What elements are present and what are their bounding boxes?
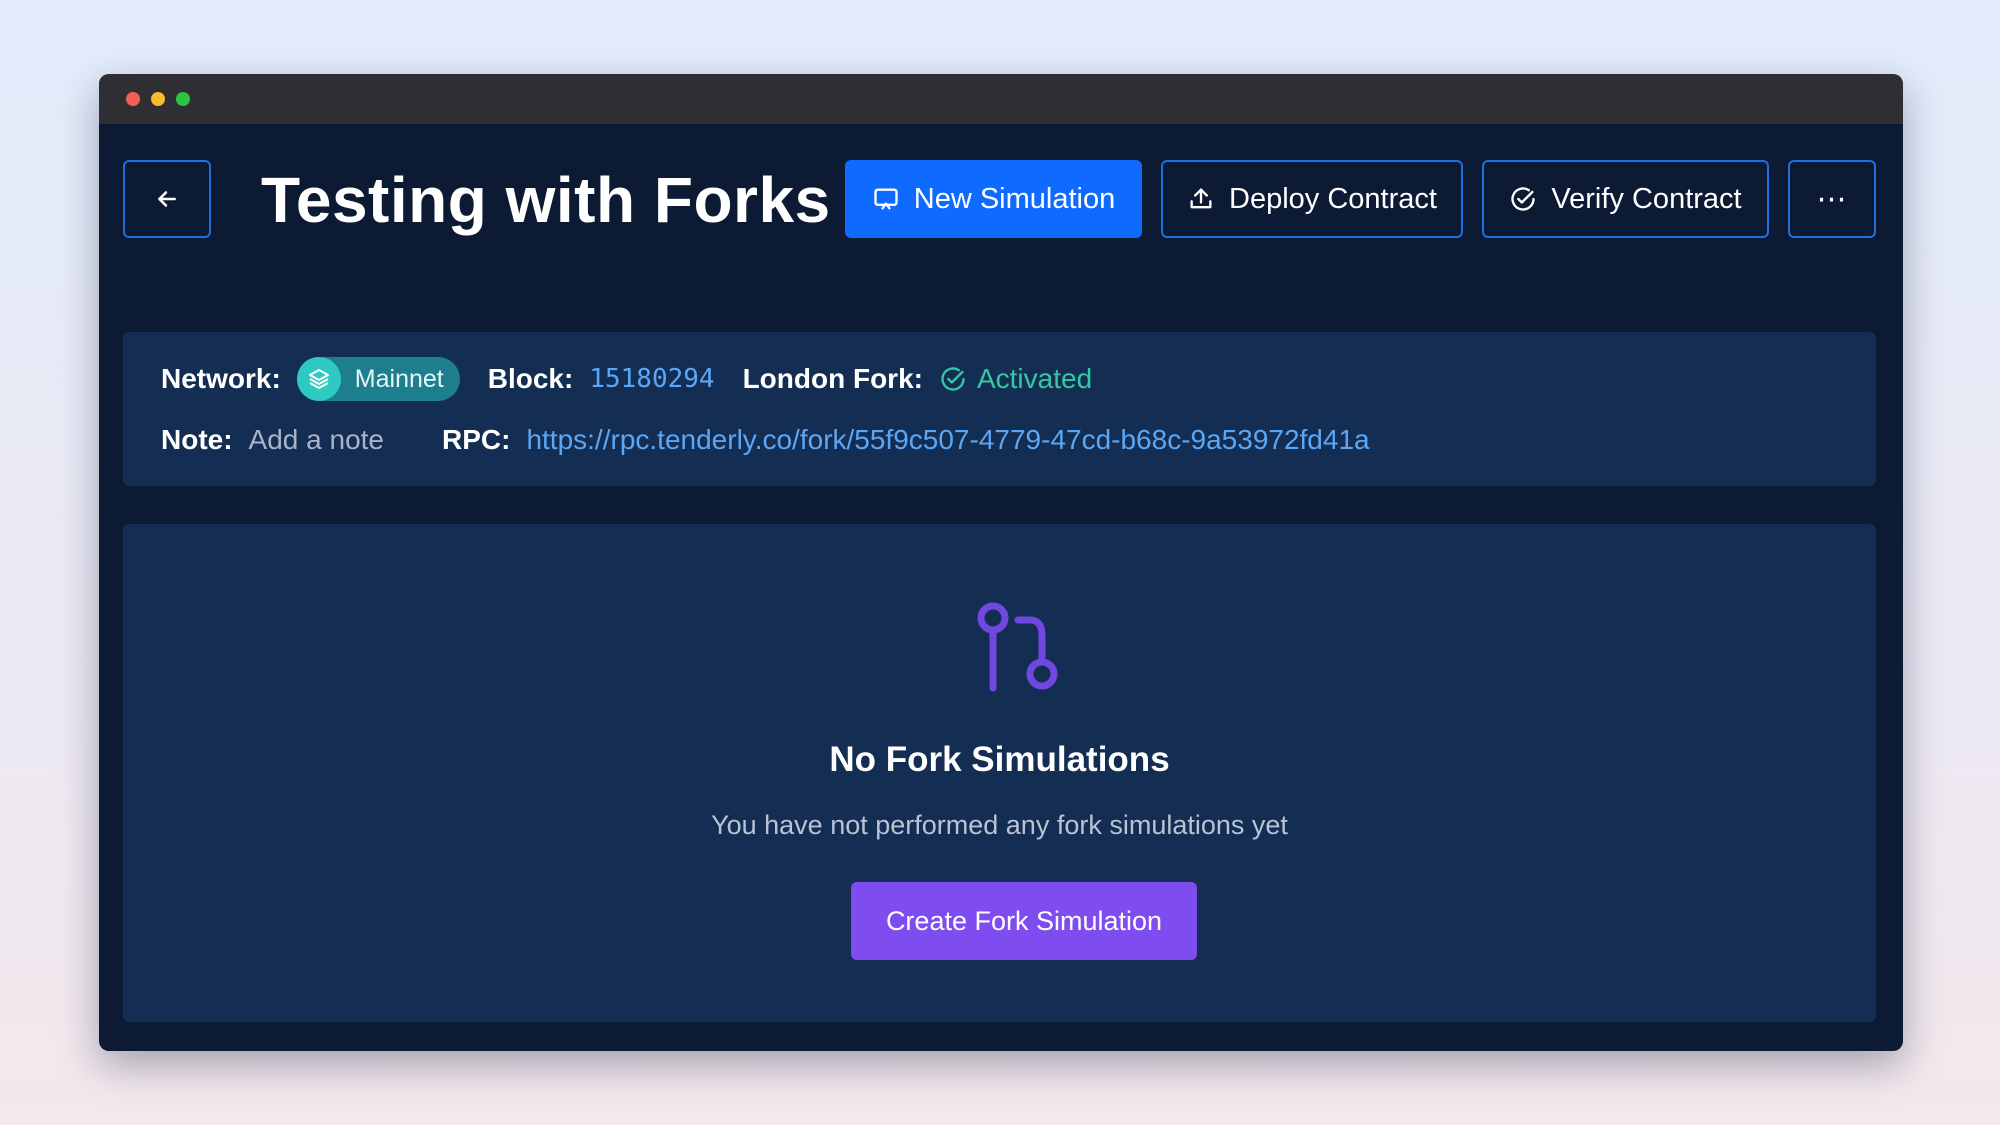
note-label: Note: <box>161 424 233 456</box>
network-value: Mainnet <box>355 365 444 394</box>
new-simulation-label: New Simulation <box>914 183 1115 216</box>
check-circle-icon <box>1509 185 1537 213</box>
deploy-contract-button[interactable]: Deploy Contract <box>1161 160 1463 238</box>
page-title: Testing with Forks <box>261 158 831 242</box>
app-window: Testing with Forks New Simulation Deploy… <box>99 74 1903 1051</box>
add-note-field[interactable]: Add a note <box>249 424 384 456</box>
deploy-contract-label: Deploy Contract <box>1229 183 1437 216</box>
window-maximize-button[interactable] <box>176 92 190 106</box>
fork-info-row-1: Network: Mainnet Block: 15180294 London … <box>161 356 1092 402</box>
rpc-label: RPC: <box>442 424 510 456</box>
back-button[interactable] <box>123 160 211 238</box>
layers-icon <box>297 357 341 401</box>
block-number-link[interactable]: 15180294 <box>589 364 714 394</box>
london-fork-label: London Fork: <box>743 363 923 395</box>
upload-icon <box>1187 185 1215 213</box>
fork-info-row-2: Note: Add a note RPC: https://rpc.tender… <box>161 418 1370 462</box>
window-minimize-button[interactable] <box>151 92 165 106</box>
rpc-url-link[interactable]: https://rpc.tenderly.co/fork/55f9c507-47… <box>526 424 1369 456</box>
git-pull-request-icon <box>973 598 1073 698</box>
empty-state-card: No Fork Simulations You have not perform… <box>123 524 1876 1022</box>
empty-state-subtitle: You have not performed any fork simulati… <box>123 810 1876 841</box>
create-fork-simulation-button[interactable]: Create Fork Simulation <box>851 882 1197 960</box>
arrow-left-icon <box>154 186 180 212</box>
check-circle-icon <box>939 365 967 393</box>
fork-info-card: Network: Mainnet Block: 15180294 London … <box>123 332 1876 486</box>
verify-contract-label: Verify Contract <box>1551 183 1741 216</box>
more-options-button[interactable]: ⋯ <box>1788 160 1876 238</box>
network-label: Network: <box>161 363 281 395</box>
monitor-play-icon <box>872 185 900 213</box>
block-label: Block: <box>488 363 574 395</box>
london-fork-status: Activated <box>977 363 1092 395</box>
verify-contract-button[interactable]: Verify Contract <box>1482 160 1769 238</box>
new-simulation-button[interactable]: New Simulation <box>845 160 1142 238</box>
network-badge[interactable]: Mainnet <box>297 357 460 401</box>
window-titlebar <box>99 74 1903 124</box>
empty-state-title: No Fork Simulations <box>123 740 1876 780</box>
more-icon: ⋯ <box>1817 182 1848 217</box>
window-close-button[interactable] <box>126 92 140 106</box>
